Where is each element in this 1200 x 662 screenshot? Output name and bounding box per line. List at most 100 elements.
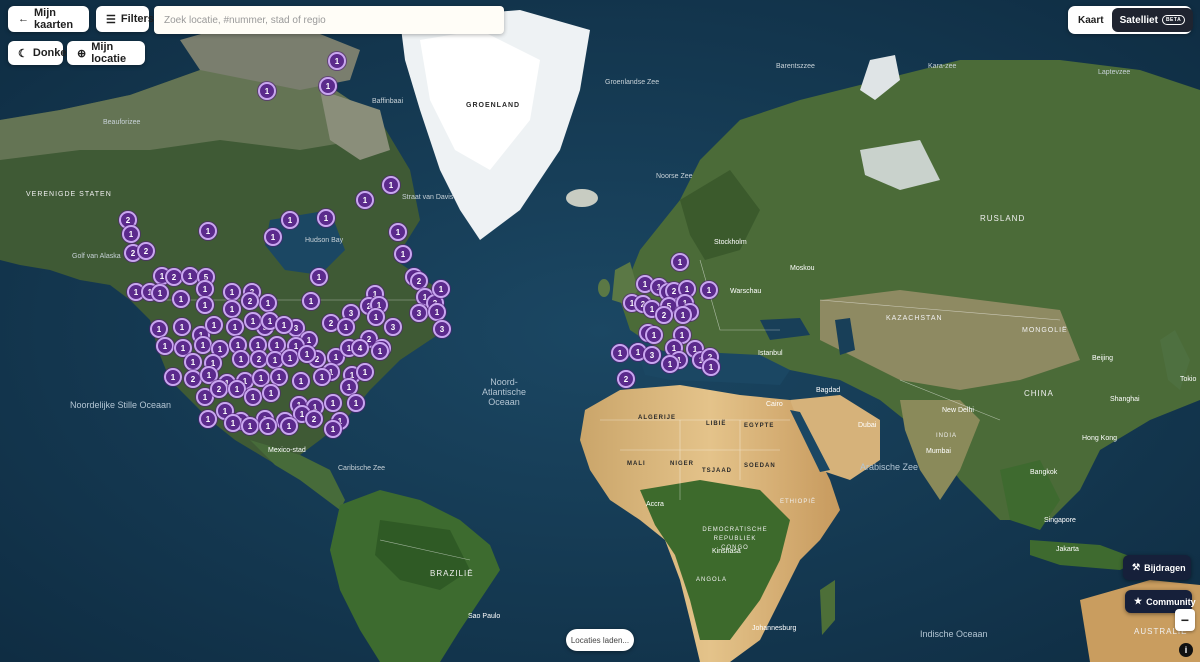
filters-label: Filters — [120, 13, 154, 25]
location-cluster-marker[interactable]: 1 — [281, 349, 299, 367]
location-cluster-marker[interactable]: 1 — [280, 417, 298, 435]
dark-label: Donker — [32, 47, 71, 59]
location-cluster-marker[interactable]: 1 — [262, 384, 280, 402]
label-bangkok: Bangkok — [1030, 469, 1058, 476]
location-cluster-marker[interactable]: 2 — [137, 242, 155, 260]
location-cluster-marker[interactable]: 1 — [292, 372, 310, 390]
location-cluster-marker[interactable]: 1 — [317, 209, 335, 227]
location-cluster-marker[interactable]: 1 — [428, 303, 446, 321]
location-cluster-marker[interactable]: 1 — [645, 326, 663, 344]
location-cluster-marker[interactable]: 3 — [433, 320, 451, 338]
tools-icon: ⚒ — [1132, 562, 1141, 572]
location-cluster-marker[interactable]: 1 — [258, 82, 276, 100]
location-cluster-marker[interactable]: 3 — [384, 318, 402, 336]
location-cluster-marker[interactable]: 1 — [223, 300, 241, 318]
label-beaufort-sea: Beauforizee — [103, 119, 141, 126]
location-cluster-marker[interactable]: 1 — [196, 296, 214, 314]
location-cluster-marker[interactable]: 1 — [275, 316, 293, 334]
location-cluster-marker[interactable]: 1 — [172, 290, 190, 308]
location-cluster-marker[interactable]: 2 — [305, 410, 323, 428]
location-cluster-marker[interactable]: 1 — [356, 191, 374, 209]
location-cluster-marker[interactable]: 1 — [702, 358, 720, 376]
target-icon: ⊕ — [77, 47, 87, 60]
search-input[interactable] — [154, 6, 504, 34]
location-cluster-marker[interactable]: 1 — [241, 417, 259, 435]
location-cluster-marker[interactable]: 1 — [259, 417, 277, 435]
location-cluster-marker[interactable]: 2 — [241, 292, 259, 310]
location-cluster-marker[interactable]: 1 — [347, 394, 365, 412]
location-cluster-marker[interactable]: 1 — [224, 414, 242, 432]
label-niger: NIGER — [670, 461, 695, 467]
location-cluster-marker[interactable]: 3 — [410, 304, 428, 322]
location-cluster-marker[interactable]: 1 — [173, 318, 191, 336]
location-cluster-marker[interactable]: 1 — [259, 294, 277, 312]
info-icon[interactable]: i — [1179, 643, 1193, 657]
location-cluster-marker[interactable]: 1 — [394, 245, 412, 263]
location-cluster-marker[interactable]: 2 — [617, 370, 635, 388]
location-cluster-marker[interactable]: 1 — [371, 342, 389, 360]
location-cluster-marker[interactable]: 1 — [223, 283, 241, 301]
location-cluster-marker[interactable]: 1 — [328, 52, 346, 70]
label-kara-sea: Kara-zee — [928, 63, 957, 70]
location-cluster-marker[interactable]: 1 — [671, 253, 689, 271]
my-maps-button[interactable]: ← Mijn kaarten — [8, 6, 89, 32]
satellite-option[interactable]: Satelliet BETA — [1111, 8, 1194, 32]
label-singapore: Singapore — [1044, 517, 1076, 524]
zoom-out-button[interactable]: − — [1175, 609, 1195, 631]
map-option[interactable]: Kaart — [1070, 15, 1112, 26]
location-cluster-marker[interactable]: 1 — [184, 353, 202, 371]
location-cluster-marker[interactable]: 1 — [674, 306, 692, 324]
location-cluster-marker[interactable]: 1 — [324, 394, 342, 412]
location-cluster-marker[interactable]: 1 — [194, 336, 212, 354]
satellite-label: Satelliet — [1119, 14, 1158, 26]
location-cluster-marker[interactable]: 1 — [226, 318, 244, 336]
contribute-button[interactable]: ⚒ Bijdragen — [1123, 555, 1191, 580]
label-russia: RUSLAND — [980, 214, 1026, 223]
dark-mode-button[interactable]: ☾ Donker — [8, 41, 71, 65]
location-cluster-marker[interactable]: 1 — [313, 368, 331, 386]
location-cluster-marker[interactable]: 2 — [655, 306, 673, 324]
location-cluster-marker[interactable]: 1 — [199, 222, 217, 240]
location-cluster-marker[interactable]: 1 — [310, 268, 328, 286]
map-type-toggle: Kaart Satelliet BETA — [1068, 6, 1194, 34]
location-cluster-marker[interactable]: 1 — [164, 368, 182, 386]
location-cluster-marker[interactable]: 1 — [611, 344, 629, 362]
label-algeria: ALGERIJE — [638, 415, 677, 421]
location-cluster-marker[interactable]: 1 — [122, 225, 140, 243]
location-cluster-marker[interactable]: 1 — [382, 176, 400, 194]
location-cluster-marker[interactable]: 1 — [298, 345, 316, 363]
location-cluster-marker[interactable]: 1 — [205, 316, 223, 334]
menu-icon: ☰ — [106, 13, 116, 26]
location-cluster-marker[interactable]: 1 — [264, 228, 282, 246]
location-cluster-marker[interactable]: 1 — [324, 420, 342, 438]
location-cluster-marker[interactable]: 1 — [302, 292, 320, 310]
location-cluster-marker[interactable]: 1 — [232, 350, 250, 368]
location-cluster-marker[interactable]: 1 — [156, 337, 174, 355]
my-location-button[interactable]: ⊕ Mijn locatie — [67, 41, 145, 65]
label-baghdad: Bagdad — [816, 387, 841, 394]
location-cluster-marker[interactable]: 1 — [367, 308, 385, 326]
beta-badge: BETA — [1161, 15, 1186, 25]
location-cluster-marker[interactable]: 1 — [700, 281, 718, 299]
star-icon: ★ — [1134, 596, 1143, 606]
location-cluster-marker[interactable]: 1 — [244, 388, 262, 406]
location-cluster-marker[interactable]: 2 — [210, 380, 228, 398]
location-cluster-marker[interactable]: 3 — [643, 346, 661, 364]
location-cluster-marker[interactable]: 1 — [432, 280, 450, 298]
filters-button[interactable]: ☰ Filters — [96, 6, 154, 32]
location-cluster-marker[interactable]: 1 — [150, 320, 168, 338]
label-greenland: GROENLAND — [466, 102, 521, 109]
location-cluster-marker[interactable]: 1 — [337, 318, 355, 336]
location-cluster-marker[interactable]: 1 — [661, 355, 679, 373]
location-cluster-marker[interactable]: 1 — [244, 312, 262, 330]
location-cluster-marker[interactable]: 1 — [151, 284, 169, 302]
label-greenland-sea: Groenlandse Zee — [605, 79, 660, 86]
location-cluster-marker[interactable]: 1 — [389, 223, 407, 241]
label-sao-paulo: Sao Paulo — [468, 613, 501, 620]
location-cluster-marker[interactable]: 4 — [351, 339, 369, 357]
location-cluster-marker[interactable]: 1 — [356, 363, 374, 381]
location-cluster-marker[interactable]: 1 — [199, 410, 217, 428]
label-brazil: BRAZILIË — [430, 569, 474, 578]
location-cluster-marker[interactable]: 1 — [319, 77, 337, 95]
location-cluster-marker[interactable]: 1 — [281, 211, 299, 229]
